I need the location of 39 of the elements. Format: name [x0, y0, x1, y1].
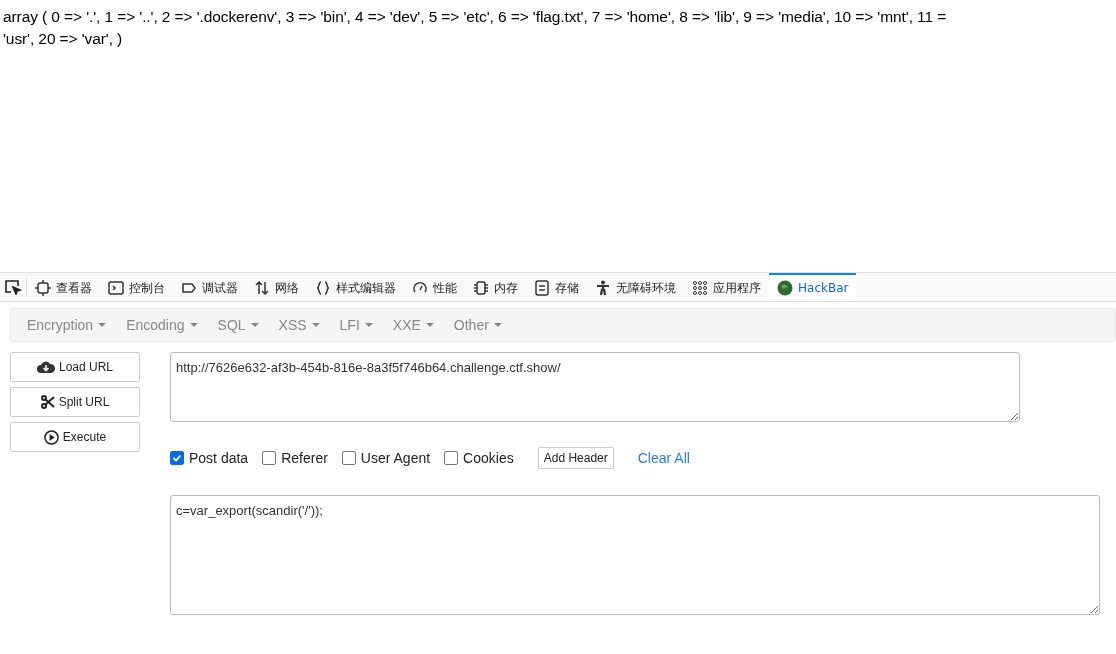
add-header-button[interactable]: Add Header — [537, 447, 614, 469]
braces-icon — [315, 280, 331, 296]
storage-icon — [534, 280, 550, 296]
devtools-tab[interactable]: 内存 — [465, 273, 526, 301]
cloud-download-icon — [36, 360, 55, 374]
url-field[interactable]: http://7626e632-af3b-454b-816e-8a3f5f746b64.challenge.ctf.show/ — [170, 352, 1020, 422]
chip-icon — [473, 280, 489, 296]
output-text: 'usr', 20 => 'var', ) — [3, 29, 124, 49]
grid-icon — [692, 280, 708, 296]
devtools-tab[interactable]: HackBar — [769, 273, 857, 301]
action-button[interactable]: Split URL — [10, 387, 140, 417]
square-icon — [35, 280, 51, 296]
devtools-tab[interactable]: 网络 — [246, 273, 307, 301]
terminal-icon — [108, 280, 124, 296]
tag-icon — [181, 280, 197, 296]
scissors-icon — [40, 395, 55, 409]
output-text: array ( 0 => '.', 1 => '..', 2 => '.dockerenv', 3 => 'bin', 4 => 'dev', 5 => 'etc', 6 => 'flag.txt', 7 => 'home', 8 => 'lib', 9 => 'media', 10 => 'mnt', 11 = — [3, 7, 948, 27]
checkbox-option[interactable]: Cookies — [444, 450, 514, 466]
devtools-tab[interactable]: 控制台 — [100, 273, 173, 301]
play-icon — [43, 429, 59, 445]
devtools-tab[interactable]: 性能 — [404, 273, 465, 301]
devtools-tab[interactable]: 无障碍环境 — [587, 273, 684, 301]
checkbox-option[interactable]: User Agent — [341, 450, 431, 466]
devtools-tab[interactable]: 存储 — [526, 273, 587, 301]
checkbox-option[interactable]: Referer — [262, 450, 328, 466]
devtools-tab[interactable]: 样式编辑器 — [307, 273, 404, 301]
action-button[interactable]: Load URL — [10, 352, 140, 382]
post-data-field[interactable]: c=var_export(scandir('/')); — [170, 495, 1100, 615]
clear-all-link[interactable]: Clear All — [637, 450, 690, 466]
action-button[interactable]: Execute — [10, 422, 140, 452]
devtools-tab[interactable]: 应用程序 — [684, 273, 769, 301]
globe-icon — [777, 280, 793, 296]
devtools-tab[interactable]: 查看器 — [27, 273, 100, 301]
check-icon — [172, 453, 182, 463]
checkbox-option[interactable]: Post data — [170, 450, 249, 466]
arrows-icon — [254, 280, 270, 296]
devtools-tab[interactable]: 调试器 — [173, 273, 246, 301]
person-icon — [595, 280, 611, 296]
cursor-icon[interactable] — [4, 279, 22, 295]
